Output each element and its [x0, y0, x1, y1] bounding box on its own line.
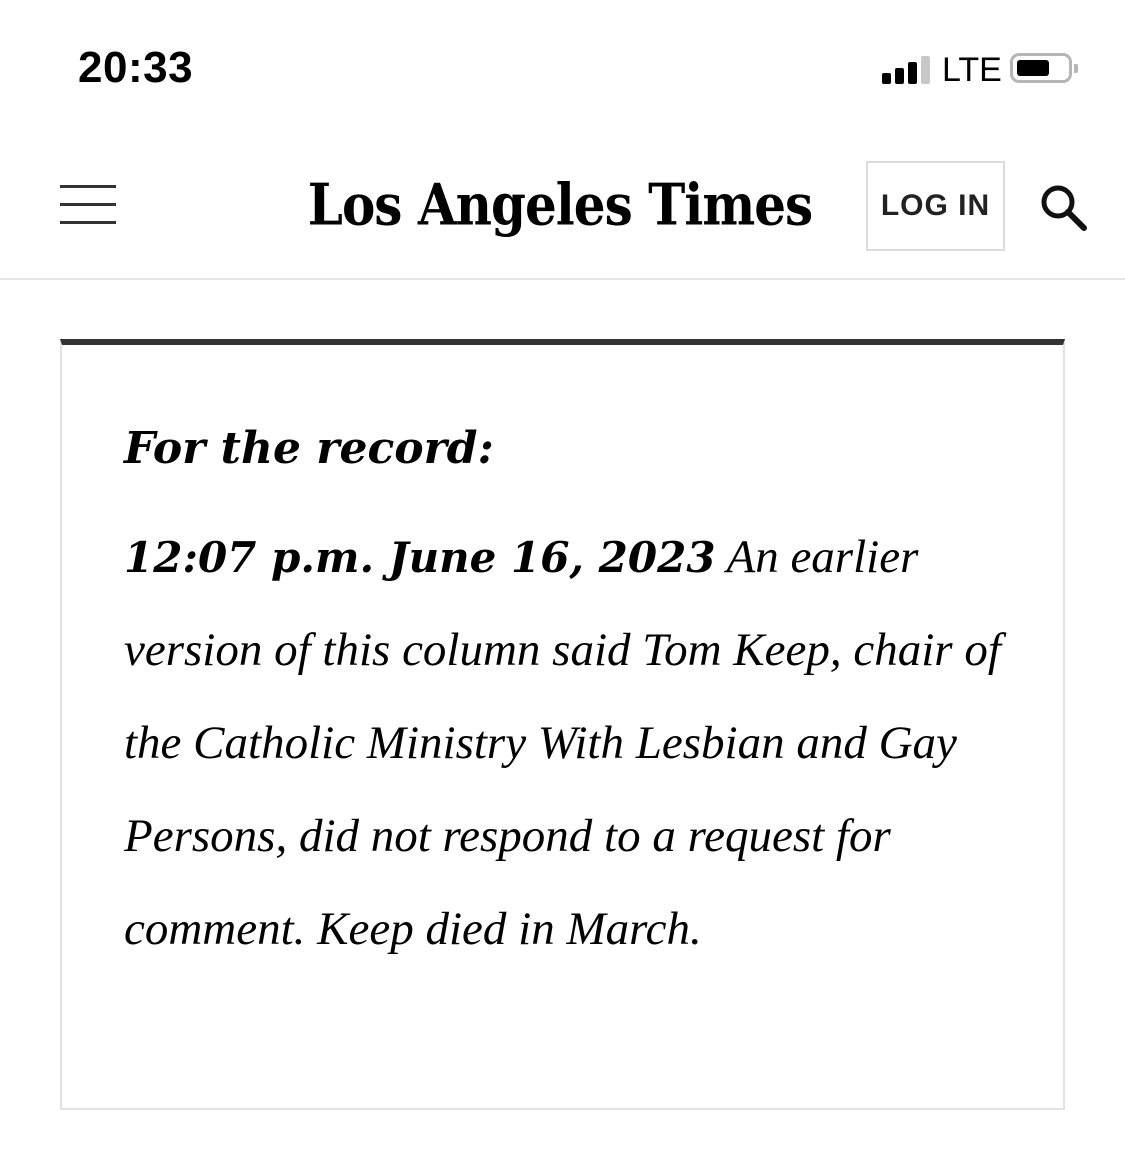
login-button[interactable]: LOG IN — [866, 161, 1005, 251]
site-logo[interactable]: Los Angeles Times — [300, 165, 820, 246]
correction-heading: For the record: — [124, 423, 494, 474]
correction-text: An earlier version of this column said T… — [124, 531, 1001, 955]
status-bar: 20:33 LTE — [0, 0, 1125, 140]
search-icon[interactable] — [1036, 180, 1092, 236]
correction-body: 12:07 p.m. June 16, 2023 An earlier vers… — [124, 511, 1014, 976]
correction-card: For the record: 12:07 p.m. June 16, 2023… — [60, 339, 1065, 1110]
cellular-signal-icon — [880, 50, 936, 90]
status-time: 20:33 — [78, 43, 194, 92]
hamburger-menu-icon[interactable] — [56, 180, 120, 230]
status-indicators: LTE — [880, 50, 1090, 90]
correction-timestamp: 12:07 p.m. June 16, 2023 — [124, 533, 716, 582]
network-type: LTE — [942, 51, 1002, 89]
site-header: Los Angeles Times LOG IN — [0, 140, 1125, 280]
battery-icon — [1010, 53, 1078, 83]
